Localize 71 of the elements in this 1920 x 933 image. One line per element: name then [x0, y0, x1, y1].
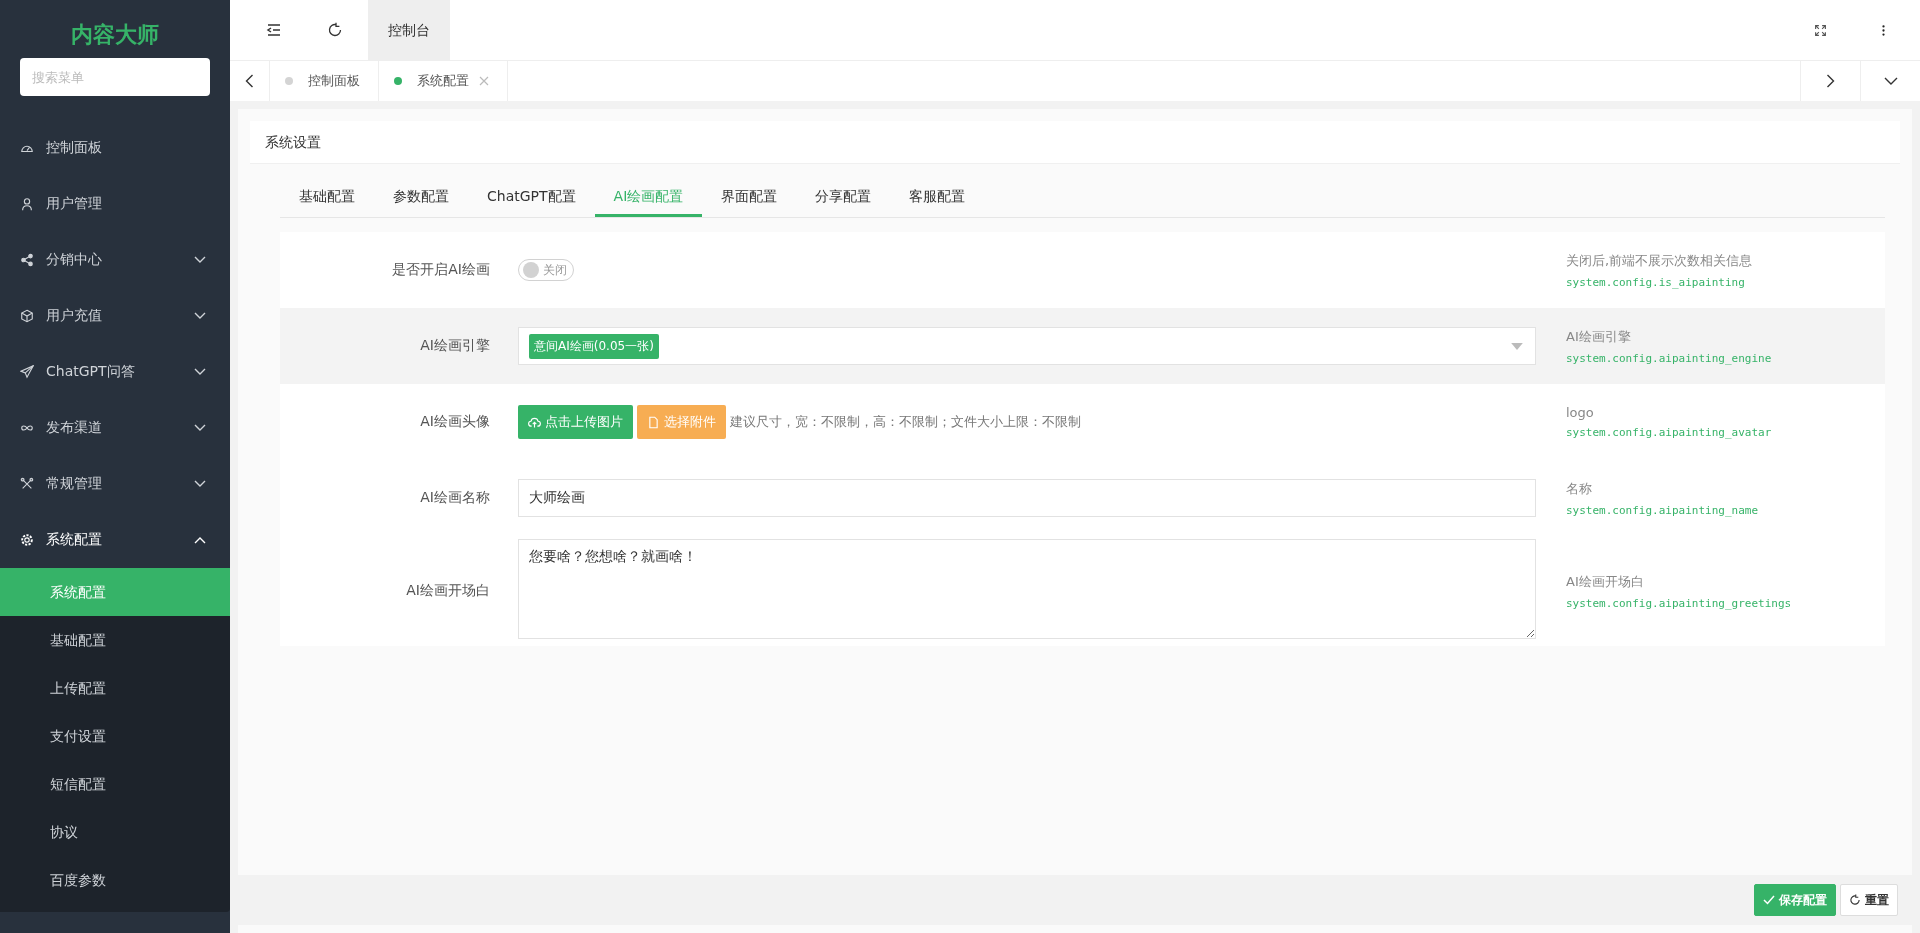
chevron-icon: [194, 312, 206, 320]
upload-hint: 建议尺寸，宽：不限制，高：不限制；文件大小上限：不限制: [730, 413, 1081, 431]
tools-icon: [20, 477, 34, 491]
field-label: 是否开启AI绘画: [391, 261, 491, 279]
menu-fold-icon[interactable]: [266, 22, 282, 38]
help-text: 关闭后,前端不展示次数相关信息: [1566, 251, 1753, 270]
page-tab-label: 控制面板: [308, 72, 360, 90]
sidebar-item[interactable]: 控制面板: [0, 120, 230, 176]
chevron-right-icon: [1826, 74, 1835, 88]
sidebar-item[interactable]: 用户充值: [0, 288, 230, 344]
cloud-upload-icon: [528, 415, 541, 429]
chevron-icon: [194, 368, 206, 376]
settings-tab[interactable]: 界面配置: [702, 176, 797, 216]
help-text: AI绘画开场白: [1566, 572, 1645, 591]
settings-tab[interactable]: 客服配置: [890, 176, 985, 216]
user-icon: [20, 197, 34, 211]
chevron-icon: [194, 256, 206, 264]
page-tab[interactable]: 控制面板: [270, 61, 379, 101]
page-tab[interactable]: 系统配置: [379, 61, 508, 101]
config-key: system.config.aipainting_avatar: [1566, 426, 1772, 439]
app-logo: 内容大师: [70, 21, 160, 49]
field-label: AI绘画名称: [419, 489, 491, 507]
card-title: 系统设置: [250, 121, 1900, 164]
submenu-item[interactable]: 基础配置: [0, 616, 230, 664]
field-label: AI绘画开场白: [405, 582, 491, 600]
settings-tab[interactable]: 参数配置: [374, 176, 468, 216]
fullscreen-icon[interactable]: [1814, 23, 1827, 37]
chevron-down-icon: [1883, 77, 1898, 85]
search-field[interactable]: 搜索菜单: [20, 58, 210, 96]
sidebar-item[interactable]: 发布渠道: [0, 400, 230, 456]
page-tab-label: 系统配置: [417, 72, 469, 90]
share-icon: [20, 253, 34, 267]
sidebar-item[interactable]: 常规管理: [0, 456, 230, 512]
submenu-item[interactable]: 短信配置: [0, 760, 230, 808]
check-icon: [1763, 894, 1775, 906]
sidebar-item[interactable]: 系统配置: [0, 512, 230, 568]
paper-plane-icon: [20, 365, 34, 379]
submenu-item[interactable]: 百度参数: [0, 856, 230, 904]
config-key: system.config.aipainting_name: [1566, 503, 1759, 517]
sidebar-item[interactable]: 用户管理: [0, 176, 230, 232]
config-key: system.config.aipainting_greetings: [1566, 596, 1792, 610]
submenu-item[interactable]: 上传配置: [0, 664, 230, 712]
submenu-item[interactable]: 支付设置: [0, 712, 230, 760]
sidebar-item[interactable]: ChatGPT问答: [0, 344, 230, 400]
chevron-left-icon: [245, 74, 254, 88]
chevron-icon: [194, 480, 206, 488]
top-nav-tab[interactable]: 控制台: [368, 0, 450, 60]
cube-icon: [20, 309, 34, 323]
settings-tab[interactable]: 基础配置: [280, 176, 374, 216]
config-key: system.config.is_aipainting: [1566, 275, 1753, 289]
help-text: 名称: [1566, 479, 1593, 498]
settings-tab[interactable]: 分享配置: [796, 176, 891, 216]
reset-button[interactable]: 重置: [1840, 884, 1898, 916]
selected-tag: 意间AI绘画(0.05一张): [529, 333, 659, 359]
file-icon: [647, 415, 660, 429]
chevron-icon: [194, 536, 206, 544]
input-field[interactable]: 大师绘画: [518, 479, 1536, 517]
gear-icon: [20, 533, 34, 547]
text-area[interactable]: 您要啥？您想啥？就画啥！: [518, 539, 1536, 639]
help-text: AI绘画引擎: [1566, 327, 1632, 346]
config-key: system.config.aipainting_engine: [1566, 351, 1772, 365]
field-label: AI绘画头像: [419, 413, 491, 431]
refresh-icon: [1849, 894, 1861, 906]
help-text: logo: [1566, 405, 1595, 420]
submenu-item[interactable]: 协议: [0, 808, 230, 856]
field-label: AI绘画引擎: [419, 337, 491, 355]
caret-icon: [1511, 342, 1523, 350]
settings-tab[interactable]: ChatGPT配置: [468, 176, 595, 216]
refresh-icon[interactable]: [327, 22, 343, 38]
sidebar-item[interactable]: 分销中心: [0, 232, 230, 288]
chevron-icon: [194, 424, 206, 432]
